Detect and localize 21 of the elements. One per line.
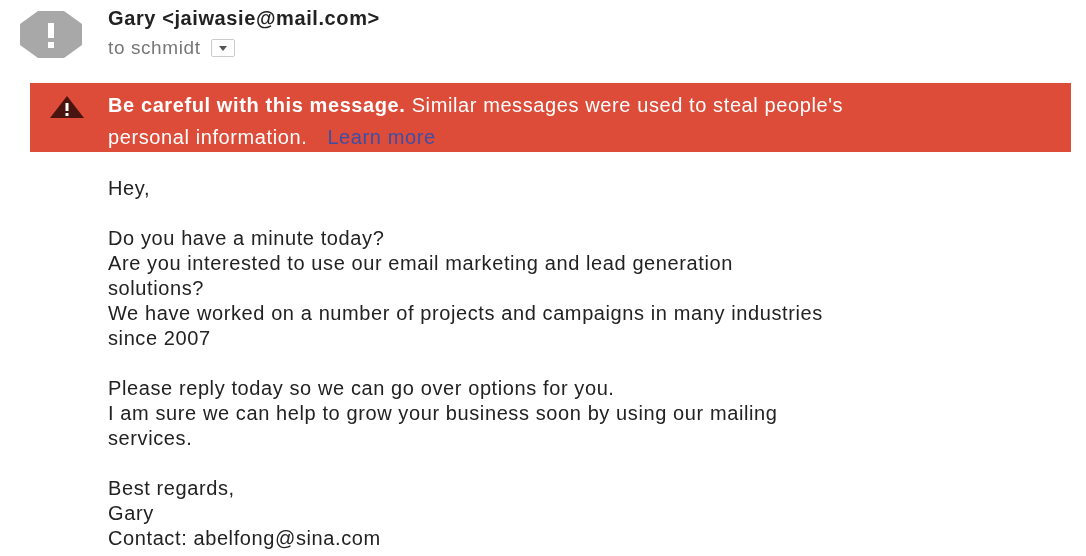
details-dropdown[interactable] (210, 39, 235, 57)
message-line: Best regards, (108, 476, 236, 501)
warning-avatar-icon (20, 11, 82, 58)
message-line: Do you have a minute today? (108, 226, 386, 251)
message-line: solutions? (108, 276, 206, 301)
message-line: I am sure we can help to grow your business soon by using our mailing (108, 401, 779, 426)
message-line: since 2007 (108, 326, 212, 351)
caret-icon (218, 45, 227, 51)
message-line: We have worked on a number of projects and campaigns in many industries (108, 301, 824, 326)
message-line: Are you interested to use our email marketing and lead generation (108, 251, 734, 276)
message-line: services. (108, 426, 194, 451)
message-line: Gary (108, 501, 155, 526)
sender-name: Gary <jaiwasie@mail.com> (108, 6, 380, 31)
message-line: Please reply today so we can go over options for you. (108, 376, 616, 401)
recipient-text: to schmidt (108, 36, 201, 60)
warning-triangle-icon (50, 96, 84, 118)
warning-message-continued: personal information. (108, 125, 308, 150)
learn-more-link[interactable]: Learn more (327, 121, 436, 153)
message-line: Hey, (108, 176, 152, 201)
warning-message: Be careful with this message. Similar messages were used to steal people's (108, 93, 844, 118)
message-line: Contact: abelfong@sina.com (108, 526, 382, 551)
